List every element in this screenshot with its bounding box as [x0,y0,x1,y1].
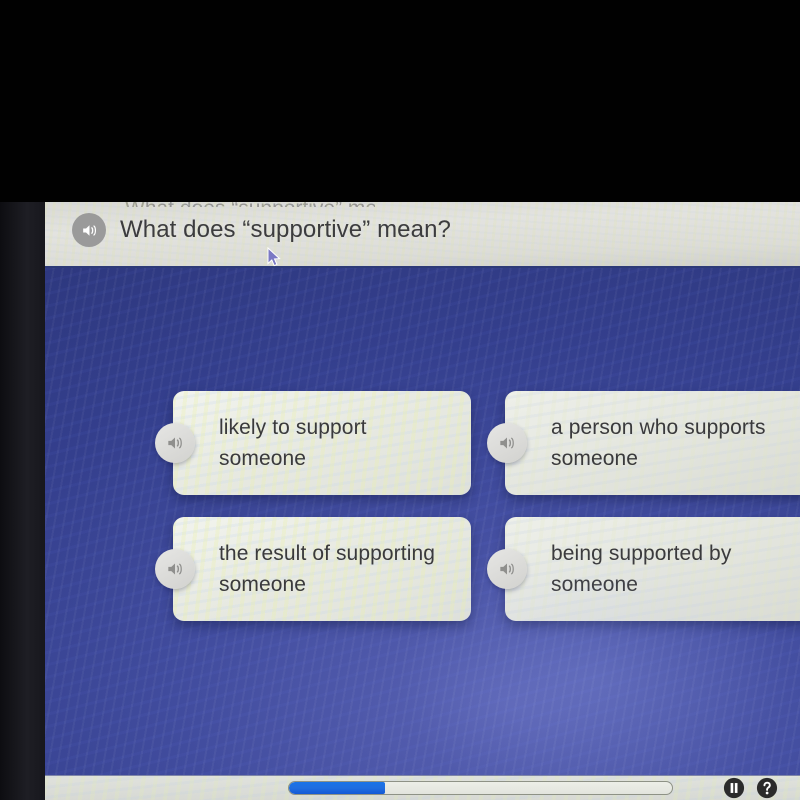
question-text: What does “supportive” mean? [120,216,451,243]
help-icon [756,777,778,800]
answer-speaker-button-4[interactable] [487,549,527,589]
transport-bar [45,775,800,800]
speaker-icon [497,559,517,579]
answer-option-2[interactable]: a person who supports someone [487,391,800,495]
answer-option-1[interactable]: likely to support someone [155,391,471,495]
answer-grid: likely to support someone a person who s… [155,391,800,643]
pause-button[interactable] [723,777,745,799]
question-header: What does “supportive” mean? What does “… [45,202,800,268]
answer-label-1: likely to support someone [219,416,367,470]
progress-bar[interactable] [288,781,673,795]
answer-row: the result of supporting someone being s… [155,517,800,643]
next-button[interactable] [685,779,716,800]
mouse-pointer-icon [267,246,282,268]
question-speaker-button[interactable] [72,213,106,247]
progress-fill [289,782,385,794]
previous-button[interactable] [258,779,288,800]
question-text-clipped: What does “supportive” mean? [125,202,375,207]
letterbox-top [0,0,800,202]
answer-label-4: being supported by someone [551,542,732,596]
answer-speaker-button-1[interactable] [155,423,195,463]
answer-label-3: the result of supporting someone [219,542,436,596]
answer-speaker-button-3[interactable] [155,549,195,589]
answers-area: likely to support someone a person who s… [45,268,800,775]
answer-row: likely to support someone a person who s… [155,391,800,517]
pause-icon [723,777,745,800]
help-button[interactable] [756,777,778,799]
screen-bezel-left [0,202,45,800]
answer-speaker-button-2[interactable] [487,423,527,463]
speaker-icon [80,221,99,240]
speaker-icon [497,433,517,453]
quiz-screen: What does “supportive” mean? What does “… [45,202,800,800]
speaker-icon [165,559,185,579]
answer-option-3[interactable]: the result of supporting someone [155,517,471,621]
speaker-icon [165,433,185,453]
answer-label-2: a person who supports someone [551,416,766,470]
answer-option-4[interactable]: being supported by someone [487,517,800,621]
screenshot-root: What does “supportive” mean? What does “… [0,0,800,800]
